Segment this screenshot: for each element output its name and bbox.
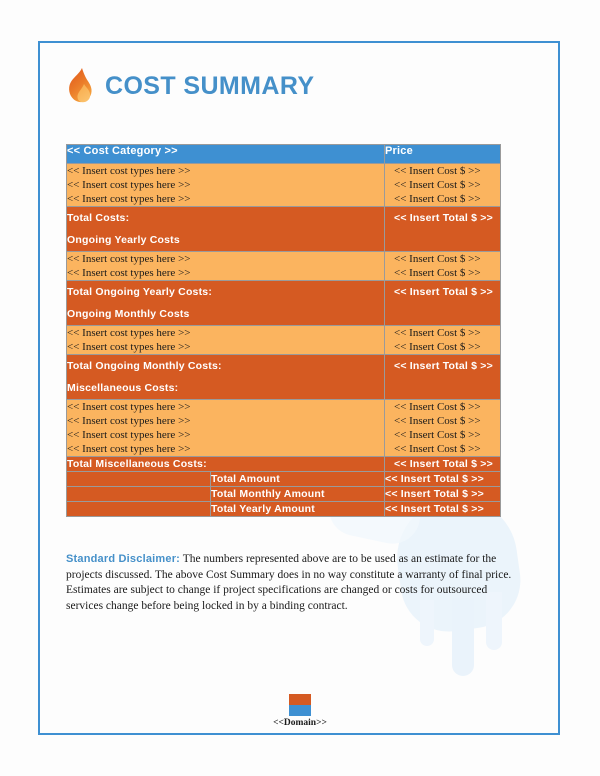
cost-price-line[interactable]: << Insert Cost $ >> xyxy=(394,340,500,354)
grand-total-price[interactable]: << Insert Total $ >> xyxy=(385,487,500,501)
spacer-cell xyxy=(66,486,211,502)
cost-type-line[interactable]: << Insert cost types here >> xyxy=(67,414,384,428)
grand-total-price[interactable]: << Insert Total $ >> xyxy=(385,472,500,486)
cost-types-cell[interactable]: << Insert cost types here >> << Insert c… xyxy=(65,325,386,355)
cost-price-cell[interactable]: << Insert Cost $ >> << Insert Cost $ >> xyxy=(384,251,502,281)
cost-price-line[interactable]: << Insert Cost $ >> xyxy=(394,178,500,192)
grand-total-price-cell[interactable]: << Insert Total $ >> xyxy=(384,501,502,517)
cost-types-cell[interactable]: << Insert cost types here >> << Insert c… xyxy=(65,251,386,281)
total-label: Total Costs: xyxy=(67,212,130,224)
grand-total-label-cell: Total Yearly Amount xyxy=(209,501,386,517)
section-heading: Miscellaneous Costs: xyxy=(67,382,179,394)
total-price[interactable]: << Insert Total $ >> xyxy=(394,281,500,303)
section-heading: Ongoing Yearly Costs xyxy=(67,234,180,246)
total-label-cell: Total Ongoing Yearly Costs: Ongoing Mont… xyxy=(65,280,386,326)
cost-type-line[interactable]: << Insert cost types here >> xyxy=(67,442,384,456)
total-price[interactable]: << Insert Total $ >> xyxy=(394,207,500,229)
grand-total-price-cell[interactable]: << Insert Total $ >> xyxy=(384,471,502,487)
total-price-cell[interactable]: << Insert Total $ >> xyxy=(384,280,502,326)
section-heading: Ongoing Monthly Costs xyxy=(67,308,190,320)
total-label-cell: Total Costs: Ongoing Yearly Costs xyxy=(65,206,386,252)
cost-type-line[interactable]: << Insert cost types here >> xyxy=(67,400,384,414)
spacer-cell xyxy=(66,471,211,487)
cost-price-cell[interactable]: << Insert Cost $ >> << Insert Cost $ >> … xyxy=(384,399,502,457)
total-label-cell: Total Miscellaneous Costs: xyxy=(65,456,386,472)
total-label: Total Miscellaneous Costs: xyxy=(67,458,207,470)
total-price-cell[interactable]: << Insert Total $ >> xyxy=(384,206,502,252)
cost-type-line[interactable]: << Insert cost types here >> xyxy=(67,266,384,280)
cost-price-line[interactable]: << Insert Cost $ >> xyxy=(394,442,500,456)
cost-type-line[interactable]: << Insert cost types here >> xyxy=(67,326,384,340)
total-label: Total Ongoing Yearly Costs: xyxy=(67,286,213,298)
flame-icon xyxy=(66,67,96,105)
cost-types-cell[interactable]: << Insert cost types here >> << Insert c… xyxy=(65,163,386,207)
grand-total-label: Total Yearly Amount xyxy=(211,503,315,515)
disclaimer-lead: Standard Disclaimer: xyxy=(66,553,181,565)
table-header-row: << Cost Category >> Price xyxy=(65,144,502,164)
table-row: Total Ongoing Yearly Costs: Ongoing Mont… xyxy=(65,280,502,326)
cost-types-cell[interactable]: << Insert cost types here >> << Insert c… xyxy=(65,399,386,457)
disclaimer-text: Standard Disclaimer: The numbers represe… xyxy=(66,552,516,614)
total-price-cell[interactable]: << Insert Total $ >> xyxy=(384,354,502,400)
domain-logo-icon xyxy=(289,694,311,716)
cost-type-line[interactable]: << Insert cost types here >> xyxy=(67,192,384,206)
cost-price-line[interactable]: << Insert Cost $ >> xyxy=(394,400,500,414)
logo-top-half xyxy=(289,694,311,705)
footer-domain-text: <<Domain>> xyxy=(273,718,327,728)
total-price[interactable]: << Insert Total $ >> xyxy=(394,457,500,471)
page-footer: <<Domain>> xyxy=(0,694,600,728)
cost-price-cell[interactable]: << Insert Cost $ >> << Insert Cost $ >> xyxy=(384,325,502,355)
grand-total-label-cell: Total Amount xyxy=(209,471,386,487)
table-row: << Insert cost types here >> << Insert c… xyxy=(65,325,502,355)
cost-type-line[interactable]: << Insert cost types here >> xyxy=(67,164,384,178)
grand-total-price[interactable]: << Insert Total $ >> xyxy=(385,502,500,516)
table-row: << Insert cost types here >> << Insert c… xyxy=(65,251,502,281)
cost-summary-table: << Cost Category >> Price << Insert cost… xyxy=(65,144,502,517)
cost-price-line[interactable]: << Insert Cost $ >> xyxy=(394,428,500,442)
document-page: COST SUMMARY << Cost Category >> Price <… xyxy=(0,0,600,776)
cost-price-line[interactable]: << Insert Cost $ >> xyxy=(394,414,500,428)
cost-price-line[interactable]: << Insert Cost $ >> xyxy=(394,326,500,340)
cost-price-line[interactable]: << Insert Cost $ >> xyxy=(394,266,500,280)
grand-total-label-cell: Total Monthly Amount xyxy=(209,486,386,502)
table-row: Total Costs: Ongoing Yearly Costs << Ins… xyxy=(65,206,502,252)
cost-type-line[interactable]: << Insert cost types here >> xyxy=(67,252,384,266)
column-header-price: Price xyxy=(384,144,502,164)
grand-total-label: Total Monthly Amount xyxy=(211,488,325,500)
cost-price-line[interactable]: << Insert Cost $ >> xyxy=(394,192,500,206)
total-label-cell: Total Ongoing Monthly Costs: Miscellaneo… xyxy=(65,354,386,400)
logo-bottom-half xyxy=(289,705,311,716)
cost-type-line[interactable]: << Insert cost types here >> xyxy=(67,428,384,442)
grand-total-label: Total Amount xyxy=(211,473,280,485)
table-row: << Insert cost types here >> << Insert c… xyxy=(65,399,502,457)
total-price[interactable]: << Insert Total $ >> xyxy=(394,355,500,377)
cost-price-cell[interactable]: << Insert Cost $ >> << Insert Cost $ >> … xyxy=(384,163,502,207)
spacer-cell xyxy=(66,501,211,517)
cost-type-line[interactable]: << Insert cost types here >> xyxy=(67,340,384,354)
document-header: COST SUMMARY xyxy=(66,67,314,105)
column-header-cost-category: << Cost Category >> xyxy=(65,144,386,164)
cost-price-line[interactable]: << Insert Cost $ >> xyxy=(394,164,500,178)
page-title: COST SUMMARY xyxy=(105,71,315,100)
grand-total-price-cell[interactable]: << Insert Total $ >> xyxy=(384,486,502,502)
grand-total-row: Total Monthly Amount << Insert Total $ >… xyxy=(66,486,502,502)
cost-type-line[interactable]: << Insert cost types here >> xyxy=(67,178,384,192)
table-row: Total Miscellaneous Costs: << Insert Tot… xyxy=(65,456,502,472)
table-row: Total Ongoing Monthly Costs: Miscellaneo… xyxy=(65,354,502,400)
total-price-cell[interactable]: << Insert Total $ >> xyxy=(384,456,502,472)
cost-price-line[interactable]: << Insert Cost $ >> xyxy=(394,252,500,266)
grand-total-row: Total Yearly Amount << Insert Total $ >> xyxy=(66,501,502,517)
table-row: << Insert cost types here >> << Insert c… xyxy=(65,163,502,207)
total-label: Total Ongoing Monthly Costs: xyxy=(67,360,222,372)
grand-total-row: Total Amount << Insert Total $ >> xyxy=(66,471,502,487)
